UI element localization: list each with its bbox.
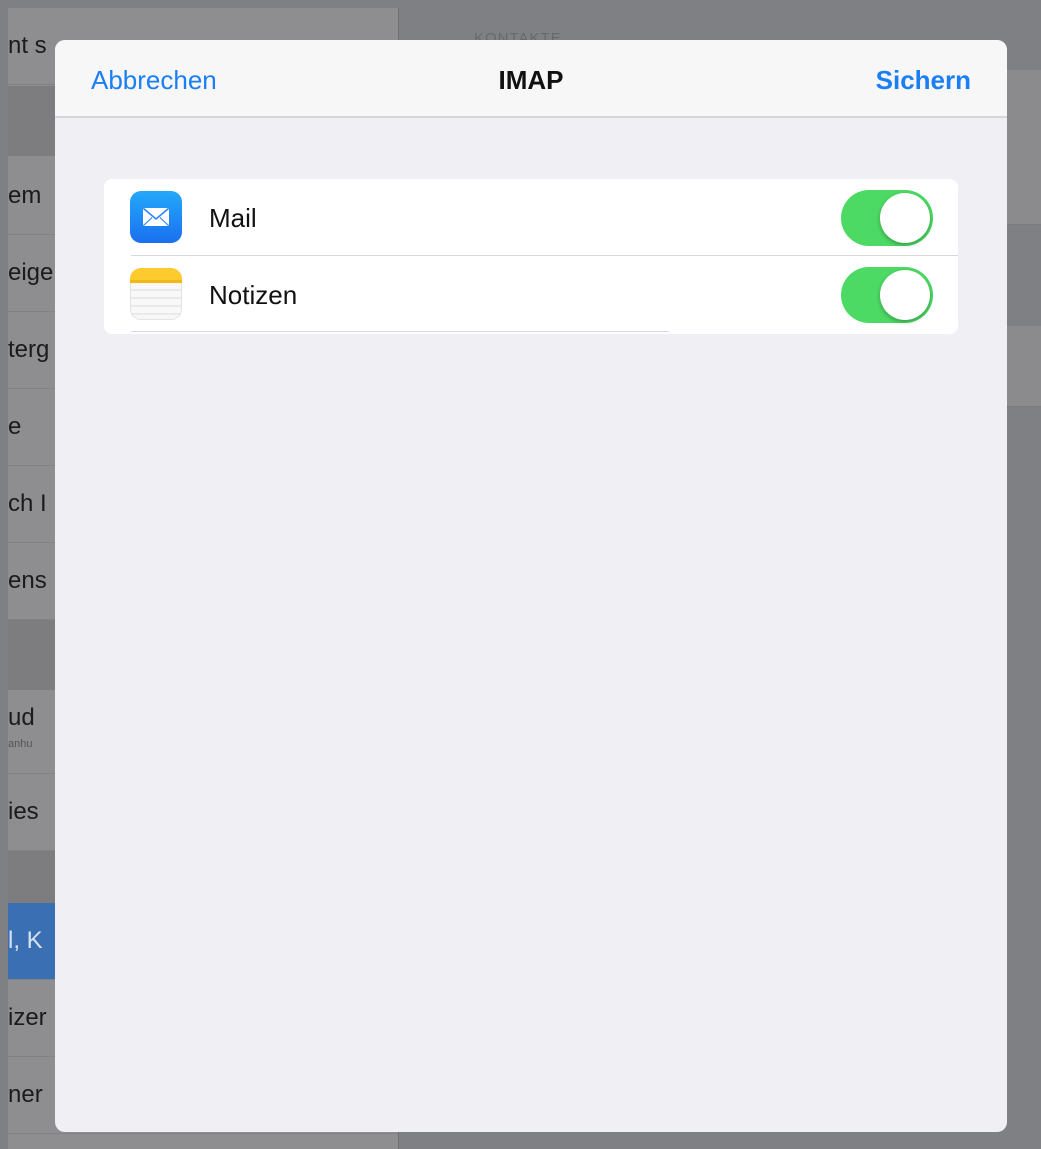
services-list: Mail Notizen [104,179,958,334]
bg-row-label: izer [8,1004,47,1031]
divider [131,331,669,332]
toggle-knob [880,193,930,243]
bg-row-label: terg [8,336,50,363]
bg-row-label: nt s [8,32,47,59]
notes-label: Notizen [209,280,298,310]
list-item-mail: Mail [104,179,958,256]
list-item-notes: Notizen [104,256,958,333]
mail-label: Mail [209,203,257,233]
notes-toggle[interactable] [841,267,933,323]
modal-title: IMAP [498,65,564,95]
toggle-knob [880,270,930,320]
bg-row-label: e [8,413,22,440]
imap-modal-sheet: Abbrechen IMAP Sichern Mail Notizen [55,40,1007,1132]
bg-row-label: em [8,182,42,209]
modal-navigation-bar: Abbrechen IMAP Sichern [55,40,1007,118]
bg-row-label: ens [8,567,47,594]
notes-icon [130,268,182,320]
bg-row-sublabel: anhu [8,738,33,750]
mail-toggle[interactable] [841,190,933,246]
save-button[interactable]: Sichern [876,65,971,96]
bg-row-label: ner [8,1081,43,1108]
bg-row-label: l, K [8,927,43,954]
mail-icon [130,191,182,243]
bg-row-label: ch I [8,490,47,517]
bg-row-label: ies [8,798,39,825]
bg-row-label: ud [8,704,35,731]
bg-row-label: eige [8,259,54,286]
